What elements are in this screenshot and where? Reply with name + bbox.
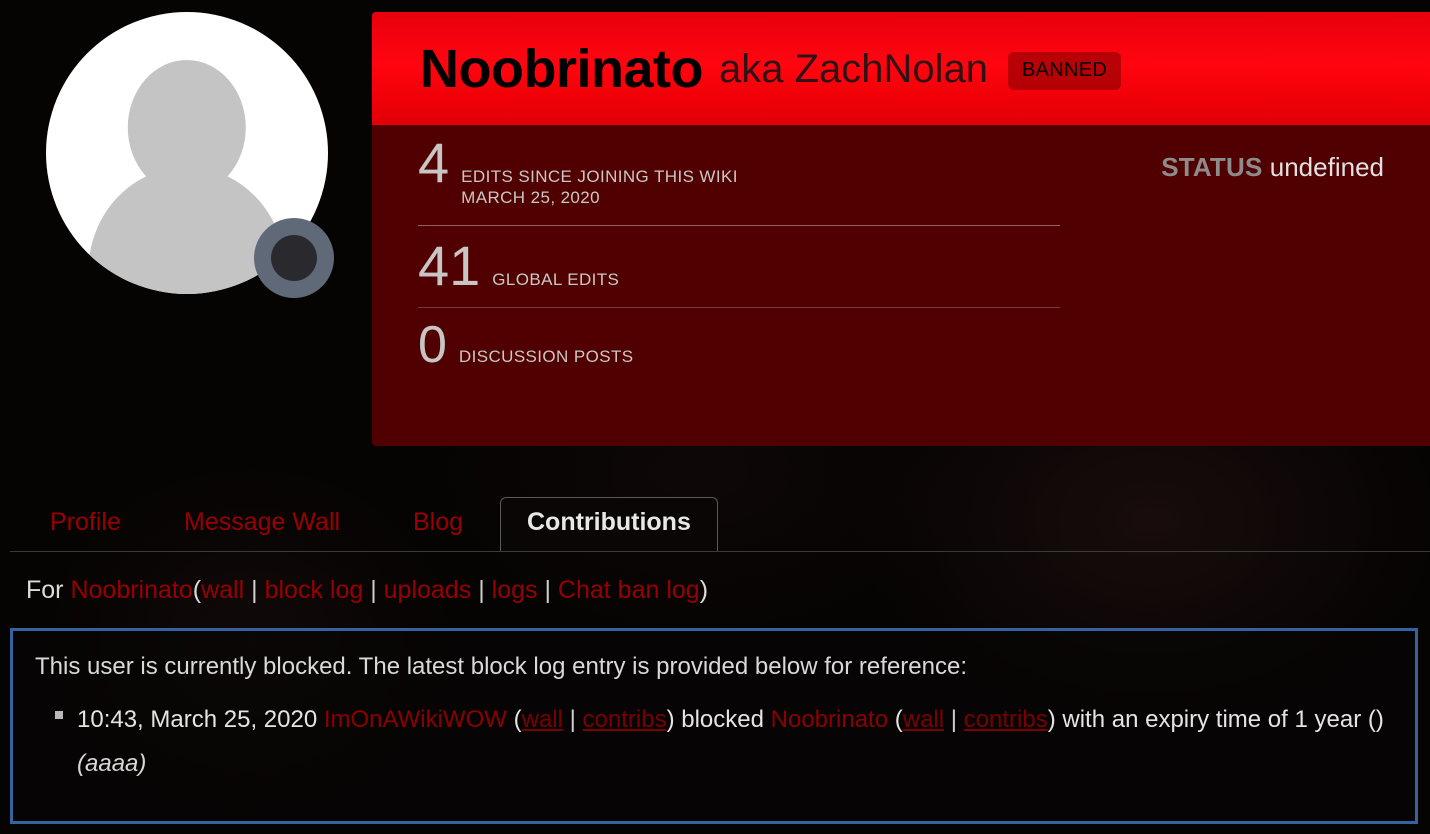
- stat-label: EDITS SINCE JOINING THIS WIKI MARCH 25, …: [461, 166, 738, 209]
- link-target-contribs[interactable]: contribs: [964, 706, 1048, 733]
- tab-contributions[interactable]: Contributions: [500, 497, 718, 552]
- status-badge: BANNED: [1008, 51, 1122, 90]
- separator: |: [478, 576, 485, 604]
- avatar-body-shape: [88, 167, 286, 294]
- tab-message-wall[interactable]: Message Wall: [180, 498, 344, 551]
- block-log-entry: 10:43, March 25, 2020 ImOnAWikiWOW (wall…: [77, 706, 1384, 777]
- stat-number: 0: [418, 316, 447, 375]
- paren-open: (: [513, 705, 522, 733]
- profile-stats: 4 EDITS SINCE JOINING THIS WIKI MARCH 25…: [418, 131, 1060, 375]
- paren-close: ): [699, 576, 709, 604]
- profile-card: Noobrinato aka ZachNolan BANNED 4 EDITS …: [372, 12, 1430, 446]
- status-value: undefined: [1269, 152, 1384, 182]
- tab-profile[interactable]: Profile: [46, 498, 125, 551]
- separator: |: [950, 705, 957, 733]
- paren-open: (: [192, 576, 202, 604]
- tab-divider-rule: [10, 551, 1430, 552]
- paren-open: (: [894, 705, 903, 733]
- block-notice-message: This user is currently blocked. The late…: [35, 653, 967, 680]
- paren-close: ): [666, 705, 675, 733]
- link-target-wall[interactable]: wall: [903, 706, 944, 733]
- log-timestamp: 10:43, March 25, 2020: [77, 705, 318, 733]
- link-admin-contribs[interactable]: contribs: [583, 706, 667, 733]
- link-chat-ban-log[interactable]: Chat ban log: [558, 576, 700, 604]
- link-user-noobrinato[interactable]: Noobrinato: [70, 576, 192, 604]
- profile-masthead: Noobrinato aka ZachNolan BANNED 4 EDITS …: [0, 0, 1430, 470]
- avatar-status-ring-icon: [254, 218, 334, 298]
- link-admin-user[interactable]: ImOnAWikiWOW: [324, 706, 507, 733]
- profile-name-banner: Noobrinato aka ZachNolan BANNED: [372, 12, 1430, 125]
- link-admin-wall[interactable]: wall: [522, 706, 563, 733]
- profile-aka-name: aka ZachNolan: [718, 46, 989, 91]
- user-profile-page: Noobrinato aka ZachNolan BANNED 4 EDITS …: [0, 0, 1430, 834]
- avatar[interactable]: [46, 12, 334, 298]
- link-uploads[interactable]: uploads: [384, 576, 472, 604]
- log-expiry: with an expiry time of 1 year (): [1062, 705, 1384, 733]
- paren-close: ): [1047, 705, 1056, 733]
- separator: |: [569, 705, 576, 733]
- stat-number: 4: [418, 131, 450, 194]
- log-reason: (aaaa): [77, 750, 147, 778]
- separator: |: [251, 576, 258, 604]
- stat-label: DISCUSSION POSTS: [458, 347, 634, 367]
- stat-divider: [418, 224, 1060, 226]
- link-wall[interactable]: wall: [201, 576, 244, 604]
- for-word: For: [26, 576, 64, 604]
- separator: |: [370, 576, 377, 604]
- stat-divider: [418, 307, 1060, 309]
- stat-discussion-posts: 0 DISCUSSION POSTS: [418, 316, 1060, 375]
- profile-status: STATUS undefined: [1161, 152, 1384, 183]
- log-action: blocked: [681, 705, 764, 733]
- stat-label: GLOBAL EDITS: [492, 269, 620, 289]
- stat-label-line2: MARCH 25, 2020: [461, 188, 600, 208]
- block-notice-box: This user is currently blocked. The late…: [10, 628, 1418, 824]
- page-title: Noobrinato: [420, 38, 703, 99]
- status-label: STATUS: [1161, 152, 1263, 182]
- stat-number: 41: [418, 233, 481, 297]
- profile-tabs: Profile Message Wall Blog Contributions: [0, 490, 1430, 552]
- list-item: 10:43, March 25, 2020 ImOnAWikiWOW (wall…: [55, 698, 1395, 787]
- avatar-status-dot-icon: [271, 235, 317, 281]
- stat-label-line1: EDITS SINCE JOINING THIS WIKI: [461, 167, 738, 186]
- link-block-log[interactable]: block log: [265, 576, 364, 604]
- block-log-list: 10:43, March 25, 2020 ImOnAWikiWOW (wall…: [25, 698, 1395, 787]
- stat-global-edits: 41 GLOBAL EDITS: [418, 233, 1060, 297]
- separator: |: [544, 576, 551, 604]
- tab-blog[interactable]: Blog: [409, 498, 467, 551]
- stat-edits-since-joining: 4 EDITS SINCE JOINING THIS WIKI MARCH 25…: [418, 131, 1060, 209]
- link-logs[interactable]: logs: [492, 576, 538, 604]
- link-target-user[interactable]: Noobrinato: [771, 706, 888, 733]
- contributions-subheader: For Noobrinato(wall | block log | upload…: [26, 576, 708, 605]
